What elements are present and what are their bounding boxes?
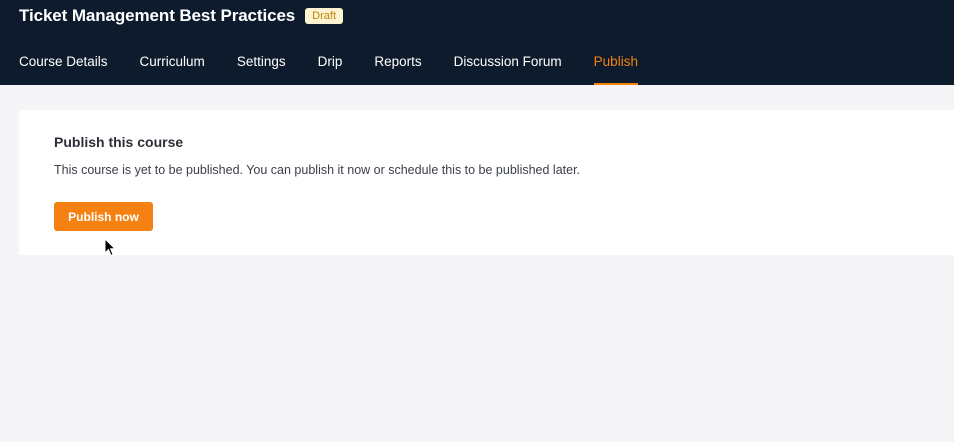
course-tabs: Course Details Curriculum Settings Drip … [19, 54, 670, 85]
tab-drip[interactable]: Drip [318, 54, 343, 85]
tab-discussion-forum[interactable]: Discussion Forum [454, 54, 562, 85]
publish-card: Publish this course This course is yet t… [19, 110, 954, 255]
course-title: Ticket Management Best Practices [19, 6, 296, 25]
top-header-bar: Ticket Management Best Practices Draft C… [0, 0, 954, 85]
tab-reports[interactable]: Reports [374, 54, 421, 85]
publish-card-description: This course is yet to be published. You … [54, 163, 581, 177]
tab-publish[interactable]: Publish [593, 54, 639, 85]
status-badge: Draft [305, 8, 344, 24]
tab-settings[interactable]: Settings [237, 54, 286, 85]
publish-card-heading: Publish this course [54, 134, 184, 150]
tab-course-details[interactable]: Course Details [19, 54, 108, 85]
mouse-cursor-icon [104, 238, 116, 257]
tab-curriculum[interactable]: Curriculum [140, 54, 205, 85]
publish-now-button[interactable]: Publish now [54, 202, 153, 231]
title-row: Ticket Management Best Practices Draft [19, 4, 344, 28]
